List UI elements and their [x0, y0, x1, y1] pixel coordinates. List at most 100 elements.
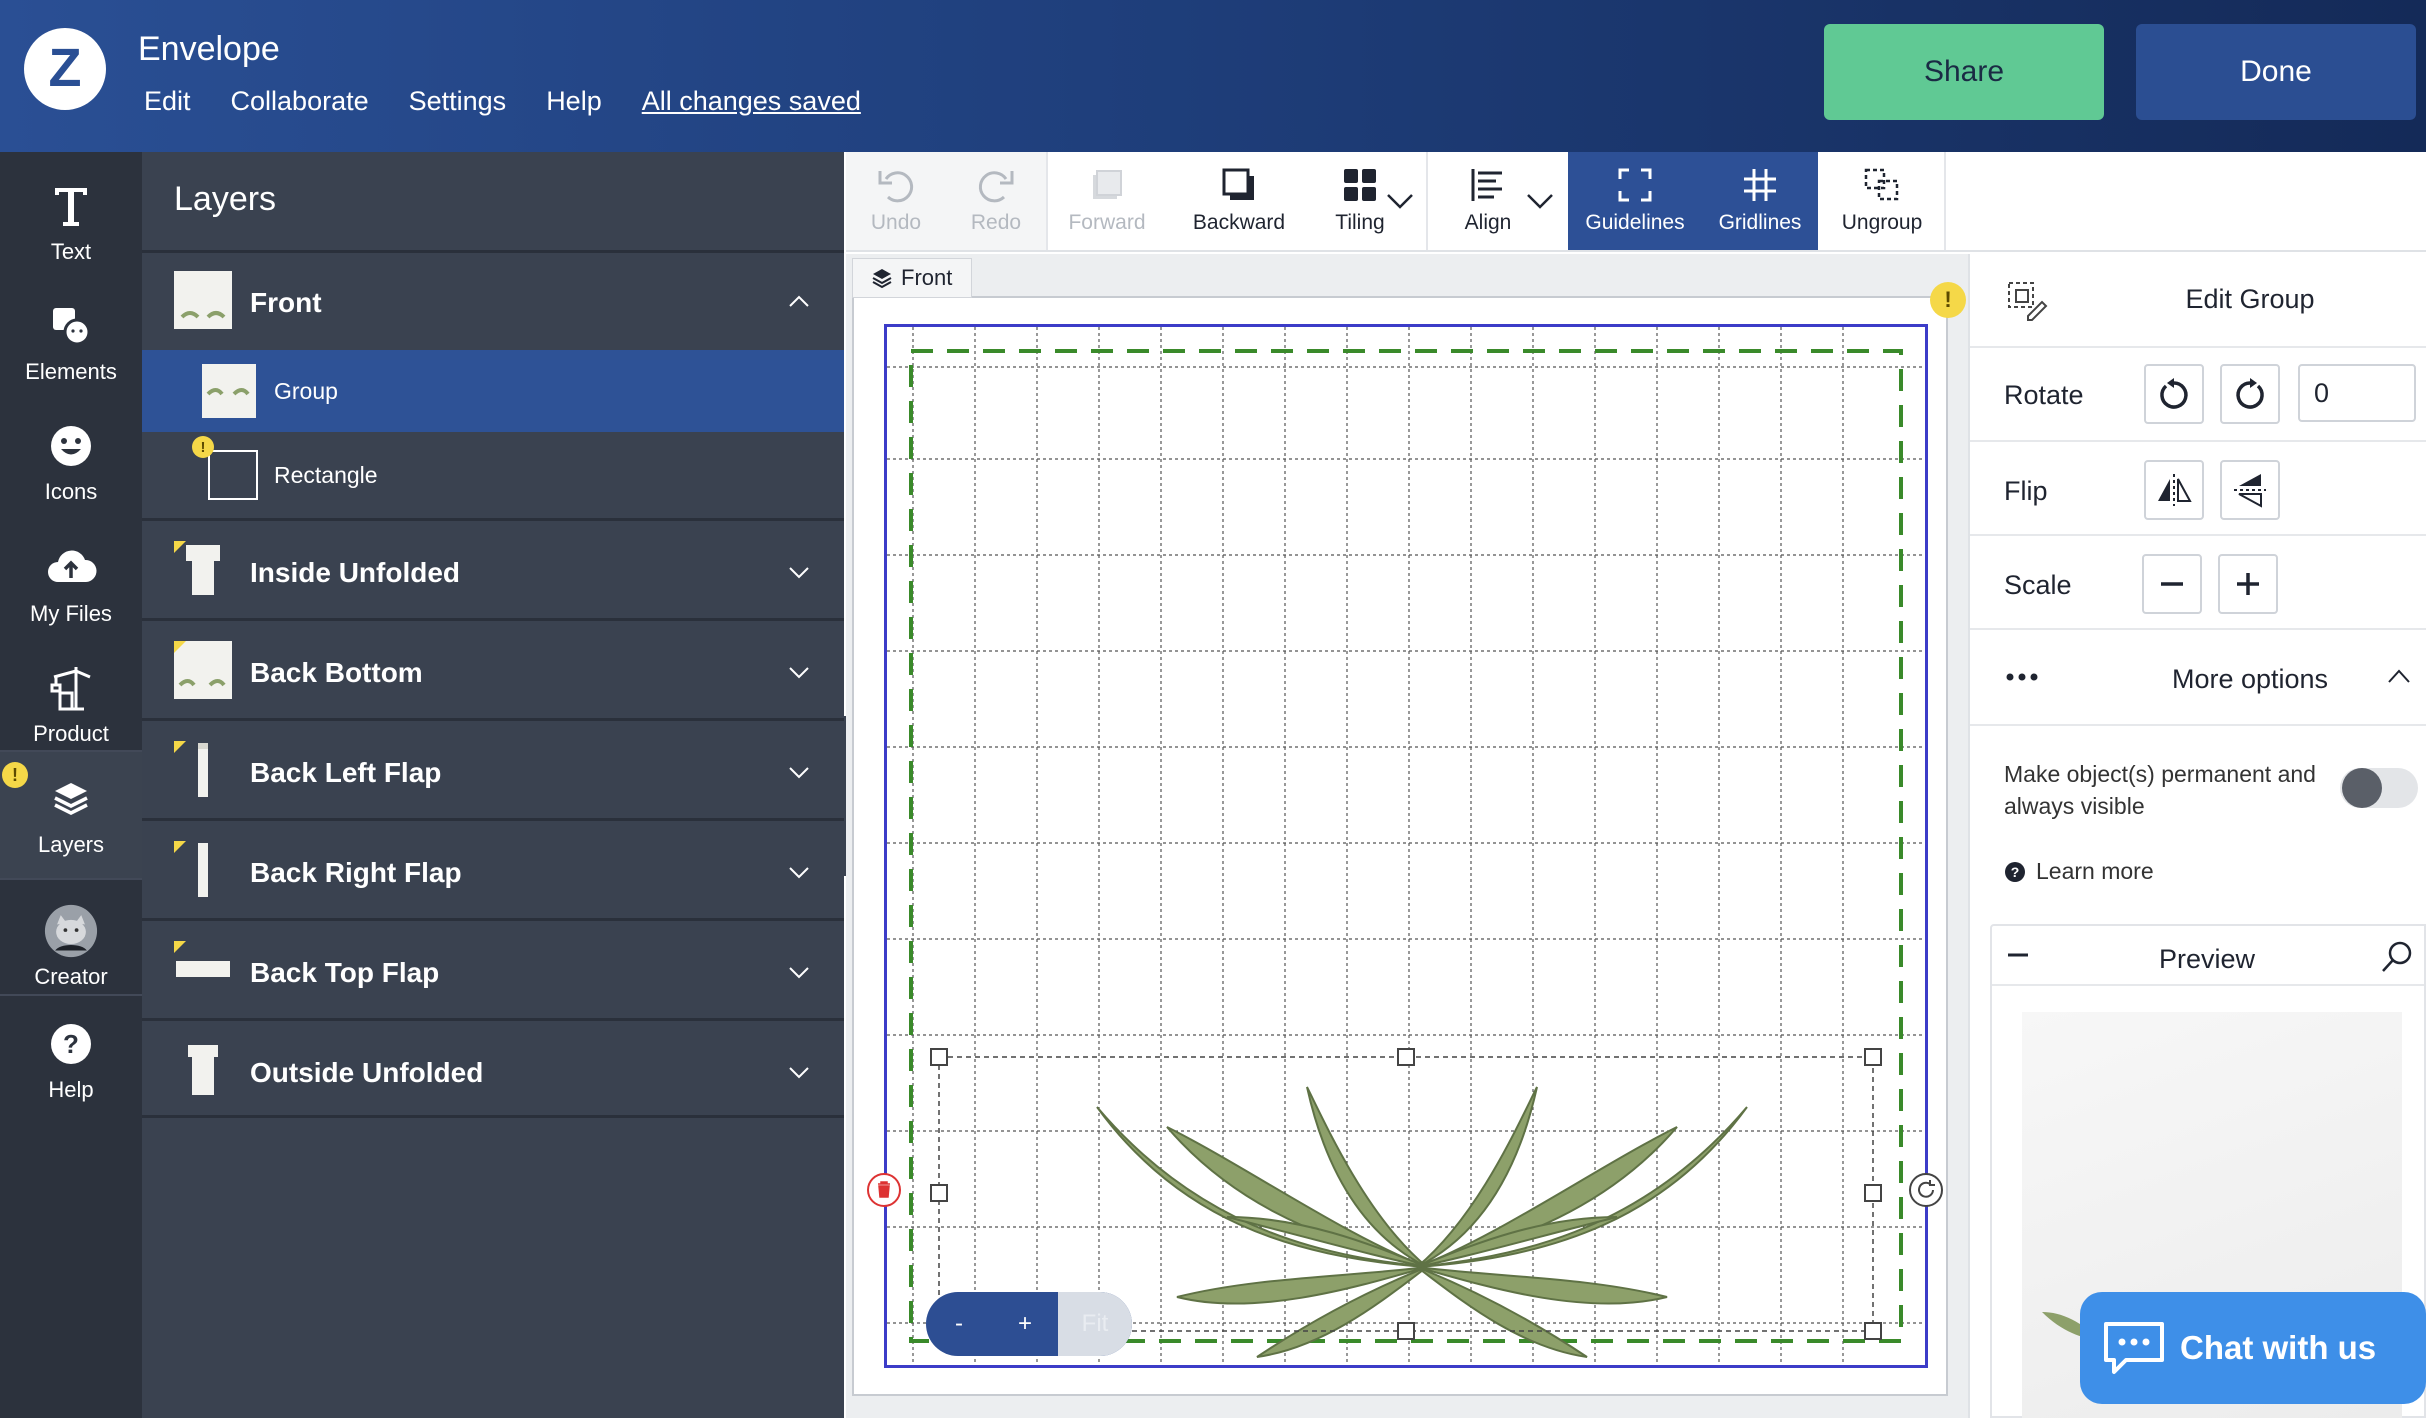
share-button[interactable]: Share	[1824, 24, 2104, 120]
layer-back-right-flap[interactable]: Back Right Flap	[142, 818, 844, 918]
chevron-down-icon[interactable]	[784, 957, 814, 987]
chevron-down-icon[interactable]	[784, 657, 814, 687]
layer-front-label: Front	[250, 287, 322, 318]
tool-rail: Text Elements Icons My Files Product Lay…	[0, 152, 142, 1418]
delete-selection-icon[interactable]	[866, 1172, 902, 1208]
rotate-handle-icon[interactable]	[1908, 1172, 1944, 1208]
svg-text:?: ?	[63, 1029, 79, 1059]
undo-button[interactable]: Undo	[846, 152, 946, 250]
rail-my-files[interactable]: My Files	[0, 524, 142, 644]
redo-label: Redo	[970, 211, 1022, 234]
gridlines-icon	[1744, 169, 1776, 201]
layer-thumbnail	[174, 1041, 232, 1099]
layer-thumbnail	[174, 841, 232, 899]
product-crane-icon	[44, 661, 98, 715]
redo-icon	[978, 171, 1014, 203]
layer-inside-unfolded[interactable]: Inside Unfolded	[142, 518, 844, 618]
ungroup-button[interactable]: Ungroup	[1820, 152, 1944, 250]
gridlines-toggle[interactable]: Gridlines	[1702, 152, 1818, 250]
zoom-search-icon[interactable]	[2380, 940, 2414, 974]
selection-box[interactable]	[887, 327, 1925, 1365]
menu-help[interactable]: Help	[546, 86, 602, 117]
menu-edit[interactable]: Edit	[144, 86, 191, 117]
ungroup-icon	[1864, 168, 1899, 201]
forward-button[interactable]: Forward	[1050, 152, 1164, 250]
chevron-up-icon[interactable]	[784, 287, 814, 317]
menu-settings[interactable]: Settings	[409, 86, 507, 117]
rail-creator[interactable]: Creator	[0, 882, 142, 1012]
rail-elements[interactable]: Elements	[0, 282, 142, 402]
layer-thumbnail	[174, 271, 232, 329]
layer-back-bottom[interactable]: Back Bottom	[142, 618, 844, 718]
layer-rectangle[interactable]: ! Rectangle	[142, 434, 844, 518]
chevron-down-icon	[1527, 194, 1553, 209]
save-status-link[interactable]: All changes saved	[642, 86, 861, 117]
rail-icons-label: Icons	[44, 479, 98, 504]
layer-back-left-flap[interactable]: Back Left Flap	[142, 718, 844, 818]
align-dropdown[interactable]	[1510, 152, 1570, 250]
smiley-icon	[44, 419, 98, 473]
scale-down-button[interactable]	[2142, 554, 2202, 614]
warning-icon: !	[192, 436, 214, 458]
flip-row: Flip	[1970, 442, 2426, 536]
more-options-row[interactable]: More options	[1970, 630, 2426, 726]
zazzle-logo[interactable]: Z	[24, 28, 106, 110]
scale-up-button[interactable]	[2218, 554, 2278, 614]
layer-back-top-flap[interactable]: Back Top Flap	[142, 918, 844, 1018]
flip-horizontal-button[interactable]	[2144, 460, 2204, 520]
rail-icons[interactable]: Icons	[0, 402, 142, 522]
undo-icon	[878, 171, 914, 203]
flip-vertical-button[interactable]	[2220, 460, 2280, 520]
layer-label: Back Bottom	[250, 657, 423, 688]
layer-thumbnail	[174, 741, 232, 799]
rotate-angle-input[interactable]: 0	[2298, 364, 2416, 422]
tiling-dropdown[interactable]	[1370, 152, 1430, 250]
layer-label: Inside Unfolded	[250, 557, 460, 588]
layer-group[interactable]: Group	[142, 350, 844, 432]
layers-icon	[872, 269, 892, 289]
rail-divider	[0, 994, 142, 996]
layer-thumbnail	[174, 941, 232, 999]
undo-label: Undo	[870, 211, 922, 234]
guidelines-toggle[interactable]: Guidelines	[1568, 152, 1702, 250]
permanent-visibility-toggle[interactable]	[2340, 768, 2418, 808]
layers-icon	[44, 772, 98, 826]
more-dots-icon	[2006, 673, 2038, 681]
canvas-face-tab[interactable]: Front	[852, 258, 972, 298]
plus-icon	[2237, 573, 2259, 595]
menu-collaborate[interactable]: Collaborate	[231, 86, 369, 117]
app-header: Z Envelope Edit Collaborate Settings Hel…	[0, 0, 2426, 152]
chevron-down-icon[interactable]	[784, 557, 814, 587]
done-button[interactable]: Done	[2136, 24, 2416, 120]
backward-button[interactable]: Backward	[1164, 152, 1314, 250]
canvas-toolbar: Undo Redo Forward Backward Tiling Align …	[846, 152, 2426, 252]
rotate-right-icon	[2236, 378, 2264, 409]
chevron-down-icon[interactable]	[784, 857, 814, 887]
rail-text-label: Text	[50, 239, 92, 264]
rotate-cw-button[interactable]	[2220, 364, 2280, 424]
rail-text[interactable]: Text	[0, 162, 142, 282]
minimize-icon[interactable]	[2006, 952, 2030, 958]
layer-front[interactable]: Front	[142, 250, 844, 348]
layers-warning-icon: !	[2, 762, 28, 788]
align-left-icon	[1471, 169, 1502, 201]
toolbar-divider	[1046, 152, 1048, 250]
learn-more-link[interactable]: ? Learn more	[2004, 858, 2154, 885]
rail-my-files-label: My Files	[30, 601, 112, 626]
zoom-fit-button[interactable]: Fit	[1058, 1292, 1132, 1356]
toolbar-divider	[1426, 152, 1428, 250]
rail-help[interactable]: ? Help	[0, 1000, 142, 1120]
rotate-ccw-button[interactable]	[2144, 364, 2204, 424]
zoom-in-button[interactable]: +	[992, 1292, 1058, 1356]
layer-outside-unfolded[interactable]: Outside Unfolded	[142, 1018, 844, 1118]
redo-button[interactable]: Redo	[946, 152, 1046, 250]
chevron-down-icon[interactable]	[784, 757, 814, 787]
flip-label: Flip	[2004, 476, 2048, 506]
rail-product[interactable]: Product	[0, 644, 142, 764]
chevron-down-icon[interactable]	[784, 1057, 814, 1087]
layer-label: Back Left Flap	[250, 757, 442, 788]
chat-with-us-button[interactable]: Chat with us	[2080, 1292, 2426, 1404]
design-artboard[interactable]	[884, 324, 1928, 1368]
zoom-out-button[interactable]: -	[926, 1292, 992, 1356]
canvas-warning-icon[interactable]: !	[1930, 282, 1966, 318]
